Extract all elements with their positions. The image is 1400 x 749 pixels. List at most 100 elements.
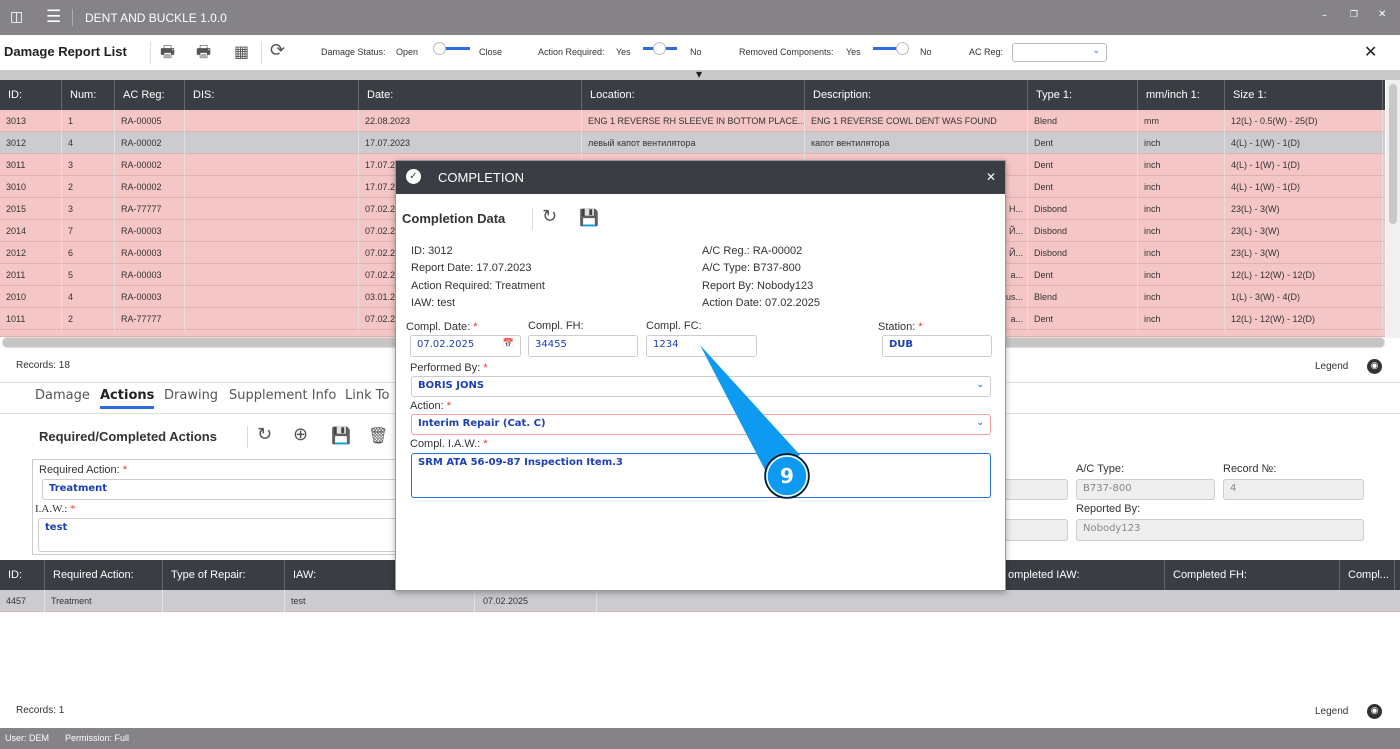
dialog-title: COMPLETION <box>438 170 524 185</box>
table-row[interactable]: 3012 4 RA-00002 17.07.2023 левый капот венти… <box>0 132 1385 154</box>
removed-components-label: Removed Components: <box>739 47 834 57</box>
column-header[interactable]: mm/inch 1: <box>1138 80 1225 110</box>
tab-actions[interactable]: Actions <box>100 388 155 409</box>
cell-dis <box>185 220 359 242</box>
action-required-toggle[interactable] <box>643 42 677 55</box>
compl-fh-field[interactable]: 34455 <box>528 335 638 357</box>
info-line: A/C Reg.: RA-00002 <box>702 245 803 257</box>
cell-id: 2014 <box>0 220 62 242</box>
chevron-down-icon: ⌄ <box>1092 46 1100 56</box>
cell-desc: ENG 1 REVERSE COWL DENT WAS FOUND <box>805 110 1028 132</box>
print-preview-icon[interactable]: 🖶 <box>196 44 211 60</box>
legend-link[interactable]: Legend <box>1315 706 1348 717</box>
compl-date-field[interactable]: 07.02.2025 📅 <box>410 335 521 357</box>
cell-id: 3010 <box>0 176 62 198</box>
ac-reg-select[interactable]: ⌄ <box>1012 43 1107 62</box>
column-header[interactable]: Completed FH: <box>1165 560 1340 590</box>
table-row[interactable]: 4457 Treatment test 07.02.2025 <box>0 590 1400 612</box>
cell-type: Blend <box>1028 110 1138 132</box>
cell-unit: mm <box>1138 110 1225 132</box>
compl-date-label: Compl. Date: * <box>406 321 478 333</box>
collapse-arrow-icon[interactable]: ▼ <box>696 70 702 79</box>
tab-drawing[interactable]: Drawing <box>164 388 218 403</box>
refresh-icon[interactable]: ⟳ <box>270 42 285 60</box>
cell-unit: inch <box>1138 264 1225 286</box>
info-line: Action Required: Treatment <box>411 279 545 292</box>
window-close-button[interactable]: ✕ <box>1378 9 1386 20</box>
cell-size: 12(L) - 12(W) - 12(D) <box>1225 308 1383 330</box>
callout-number: 9 <box>780 464 794 488</box>
dialog-header: ✓ COMPLETION ✕ <box>396 161 1005 194</box>
app-logo-icon: ◫ <box>10 9 24 25</box>
save-icon[interactable]: 💾 <box>331 428 351 444</box>
ac-type-field[interactable]: B737-800 <box>1076 479 1215 500</box>
tab-supplement-info[interactable]: Supplement Info <box>229 388 336 403</box>
compl-fh-label: Compl. FH: <box>528 320 584 332</box>
column-header[interactable]: Type 1: <box>1028 80 1138 110</box>
column-header[interactable]: ID: <box>0 560 45 590</box>
delete-icon[interactable]: 🗑 <box>368 428 388 444</box>
column-header[interactable]: ID: <box>0 80 62 110</box>
hidden-field-2[interactable] <box>1000 519 1068 541</box>
calendar-icon[interactable]: 📅 <box>503 339 514 349</box>
cell-unit: inch <box>1138 286 1225 308</box>
cell-reg: RA-77777 <box>115 198 185 220</box>
column-header[interactable]: AC Reg: <box>115 80 185 110</box>
cell-reg: RA-00003 <box>115 264 185 286</box>
column-header[interactable]: Type of Repair: <box>163 560 285 590</box>
column-header[interactable]: Date: <box>359 80 582 110</box>
column-header[interactable]: Compl... <box>1340 560 1395 590</box>
column-header[interactable]: Location: <box>582 80 805 110</box>
legend-link[interactable]: Legend <box>1315 361 1348 372</box>
iaw-field[interactable]: test <box>38 518 402 552</box>
tab-damage[interactable]: Damage <box>35 388 90 403</box>
chevron-down-icon: ⌄ <box>976 380 984 390</box>
info-line: IAW: test <box>411 296 456 309</box>
damage-records-count: Records: 18 <box>16 360 70 371</box>
damage-status-toggle[interactable] <box>433 42 470 55</box>
cell-reg: RA-00003 <box>115 286 185 308</box>
eye-icon[interactable]: ◉ <box>1367 359 1382 374</box>
cell-type: Dent <box>1028 308 1138 330</box>
save-icon[interactable]: 💾 <box>579 210 599 226</box>
cell-size: 4(L) - 1(W) - 1(D) <box>1225 154 1383 176</box>
reported-by-field[interactable]: Nobody123 <box>1076 519 1364 541</box>
eye-icon[interactable]: ◉ <box>1367 704 1382 719</box>
splitter[interactable]: ▼ <box>0 70 1400 80</box>
refresh-icon[interactable]: ↻ <box>257 426 272 444</box>
removed-components-toggle[interactable] <box>873 42 909 55</box>
station-field[interactable]: DUB <box>882 335 992 357</box>
close-report-list-button[interactable]: ✕ <box>1364 42 1377 61</box>
ac-type-label: A/C Type: <box>1076 463 1125 475</box>
excel-export-icon[interactable]: ▦ <box>234 44 249 60</box>
badge-check-icon: ✓ <box>406 169 421 184</box>
damage-status-close: Close <box>479 47 503 57</box>
column-header[interactable]: Num: <box>62 80 115 110</box>
vertical-scrollbar[interactable] <box>1386 80 1400 338</box>
dialog-close-button[interactable]: ✕ <box>986 170 996 184</box>
status-permission: Permission: Full <box>65 733 130 743</box>
info-line: Report By: Nobody123 <box>702 279 814 292</box>
column-header[interactable]: ompleted IAW: <box>1000 560 1165 590</box>
hidden-field-1[interactable] <box>1000 479 1068 500</box>
action-required-no: No <box>690 47 702 57</box>
column-header[interactable]: Size 1: <box>1225 80 1383 110</box>
performed-by-label: Performed By: * <box>410 362 488 374</box>
print-icon[interactable]: 🖶 <box>160 44 175 60</box>
column-header[interactable]: Description: <box>805 80 1028 110</box>
station-label: Station: * <box>878 321 923 333</box>
add-icon[interactable]: ⊕ <box>293 426 308 444</box>
minimize-button[interactable]: – <box>1322 10 1327 21</box>
cell-size: 4(L) - 1(W) - 1(D) <box>1225 132 1383 154</box>
column-header[interactable]: DIS: <box>185 80 359 110</box>
tab-link-to[interactable]: Link To <box>345 388 389 403</box>
table-row[interactable]: 3013 1 RA-00005 22.08.2023 ENG 1 REVERSE RH … <box>0 110 1385 132</box>
refresh-icon[interactable]: ↻ <box>542 208 557 226</box>
menu-icon[interactable]: ☰ <box>46 7 61 27</box>
required-action-field[interactable]: Treatment <box>42 479 402 500</box>
restore-button[interactable]: ❐ <box>1350 10 1358 20</box>
cell-type: Disbond <box>1028 242 1138 264</box>
record-no-field[interactable]: 4 <box>1223 479 1364 500</box>
column-header[interactable]: Required Action: <box>45 560 163 590</box>
cell-size: 23(L) - 3(W) <box>1225 198 1383 220</box>
